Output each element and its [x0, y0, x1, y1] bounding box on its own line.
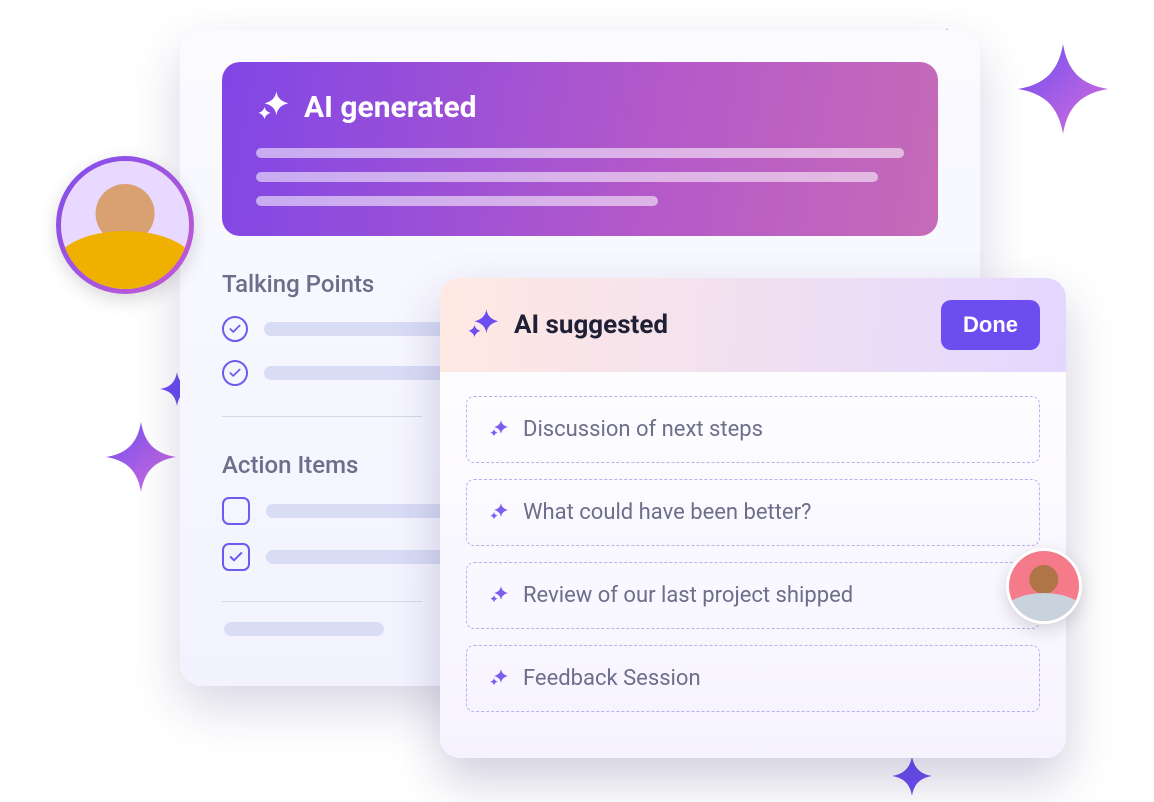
- placeholder-line: [264, 322, 444, 336]
- sparkle-cluster-icon: [489, 667, 509, 691]
- sparkle-cluster-icon: [489, 418, 509, 442]
- avatar: [1006, 548, 1082, 624]
- suggestion-text: What could have been better?: [523, 500, 811, 525]
- checkbox-checked-icon[interactable]: [222, 543, 250, 571]
- sparkle-icon: [1018, 44, 1108, 134]
- sparkle-cluster-icon: [489, 501, 509, 525]
- ai-suggested-header: AI suggested Done: [440, 278, 1066, 372]
- suggestion-text: Review of our last project shipped: [523, 583, 853, 608]
- checkbox-unchecked-icon[interactable]: [222, 497, 250, 525]
- suggestion-item[interactable]: Feedback Session: [466, 645, 1040, 712]
- divider: [222, 416, 422, 417]
- ai-suggested-title: AI suggested: [514, 310, 668, 340]
- divider: [222, 601, 422, 602]
- sparkle-cluster-icon: [489, 584, 509, 608]
- placeholder-line: [224, 622, 384, 636]
- placeholder-line: [256, 148, 904, 158]
- suggestion-text: Feedback Session: [523, 666, 701, 691]
- suggestion-item[interactable]: Review of our last project shipped: [466, 562, 1040, 629]
- placeholder-line: [266, 550, 446, 564]
- ai-suggested-card: AI suggested Done Discussion of next ste…: [440, 278, 1066, 758]
- ai-generated-title: AI generated: [304, 90, 477, 125]
- ai-generated-banner: AI generated: [222, 62, 938, 236]
- check-circle-icon: [222, 360, 248, 386]
- placeholder-line: [266, 504, 446, 518]
- sparkle-icon: [106, 422, 176, 492]
- suggestion-item[interactable]: Discussion of next steps: [466, 396, 1040, 463]
- placeholder-line: [256, 196, 658, 206]
- placeholder-line: [256, 172, 878, 182]
- sparkle-cluster-icon: [256, 88, 290, 126]
- sparkle-icon: [892, 756, 932, 796]
- done-button[interactable]: Done: [941, 300, 1040, 350]
- avatar: [56, 156, 194, 294]
- suggestion-item[interactable]: What could have been better?: [466, 479, 1040, 546]
- suggestion-list: Discussion of next steps What could have…: [440, 372, 1066, 722]
- sparkle-cluster-icon: [466, 306, 500, 344]
- suggestion-text: Discussion of next steps: [523, 417, 763, 442]
- check-circle-icon: [222, 316, 248, 342]
- placeholder-line: [264, 366, 444, 380]
